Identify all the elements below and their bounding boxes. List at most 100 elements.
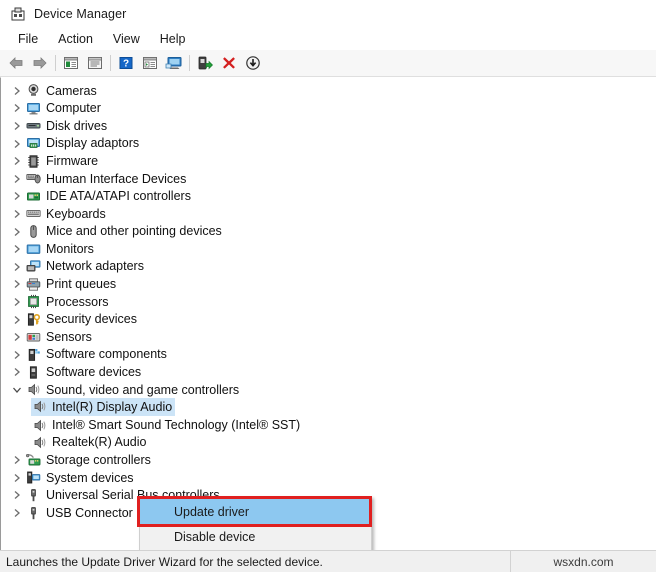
selected-row-highlight: Intel(R) Display Audio: [31, 398, 176, 417]
hid-icon: [25, 171, 42, 186]
software-component-icon: [25, 347, 42, 362]
tree-node-display-adaptors[interactable]: Display adaptors: [9, 135, 656, 153]
tree-node-system-devices[interactable]: System devices: [9, 469, 656, 487]
tree-node-computer[interactable]: Computer: [9, 100, 656, 118]
usb-icon: [25, 488, 42, 503]
show-hide-console-tree-icon[interactable]: [59, 52, 83, 74]
ide-controller-icon: [25, 189, 42, 204]
properties-icon[interactable]: [83, 52, 107, 74]
device-manager-window: Device Manager File Action View Help ? C…: [0, 0, 656, 572]
tree-node-sensors[interactable]: Sensors: [9, 328, 656, 346]
speaker-icon: [31, 418, 48, 433]
tree-node-security-devices[interactable]: Security devices: [9, 311, 656, 329]
scan-for-hardware-changes-icon[interactable]: [162, 52, 186, 74]
chevron-right-icon[interactable]: [9, 297, 25, 307]
tree-node-firmware[interactable]: Firmware: [9, 152, 656, 170]
menu-action[interactable]: Action: [48, 30, 103, 48]
forward-icon[interactable]: [28, 52, 52, 74]
tree-node-software-devices[interactable]: Software devices: [9, 364, 656, 382]
context-menu: Update driver Disable device Uninstall d…: [139, 496, 372, 550]
tree-node-label: Mice and other pointing devices: [46, 224, 222, 239]
menu-help[interactable]: Help: [150, 30, 196, 48]
help-icon[interactable]: ?: [114, 52, 138, 74]
tree-node-label: Intel(R) Display Audio: [52, 399, 173, 414]
device-tree: Cameras Computer Disk drives Display ada…: [1, 82, 656, 550]
chevron-right-icon[interactable]: [9, 86, 25, 96]
update-driver-icon[interactable]: [193, 52, 217, 74]
tree-node-intel-smart-sound-technology[interactable]: Intel® Smart Sound Technology (Intel® SS…: [9, 416, 656, 434]
menu-view[interactable]: View: [103, 30, 150, 48]
toolbar-separator-2: [110, 55, 111, 71]
mouse-icon: [25, 224, 42, 239]
tree-node-storage-controllers[interactable]: Storage controllers: [9, 451, 656, 469]
tree-node-disk-drives[interactable]: Disk drives: [9, 117, 656, 135]
window-title: Device Manager: [34, 7, 127, 21]
tree-node-intel-display-audio[interactable]: Intel(R) Display Audio: [9, 398, 656, 417]
chevron-right-icon[interactable]: [9, 473, 25, 483]
context-menu-item-update-driver[interactable]: Update driver: [140, 499, 371, 524]
chevron-right-icon[interactable]: [9, 262, 25, 272]
tree-node-label: Intel® Smart Sound Technology (Intel® SS…: [52, 417, 301, 432]
svg-text:?: ?: [123, 59, 129, 70]
context-menu-item-uninstall-device[interactable]: Uninstall device: [140, 549, 371, 550]
chevron-right-icon[interactable]: [9, 139, 25, 149]
tree-node-label: Firmware: [46, 153, 99, 168]
chevron-right-icon[interactable]: [9, 174, 25, 184]
chevron-down-icon[interactable]: [9, 386, 25, 394]
tree-node-label: Keyboards: [46, 206, 106, 221]
chevron-right-icon[interactable]: [9, 244, 25, 254]
tree-node-ide-controllers[interactable]: IDE ATA/ATAPI controllers: [9, 188, 656, 206]
menu-file[interactable]: File: [8, 30, 48, 48]
chevron-right-icon[interactable]: [9, 156, 25, 166]
tree-node-label: Processors: [46, 294, 109, 309]
monitor-icon: [25, 242, 42, 257]
tree-node-monitors[interactable]: Monitors: [9, 240, 656, 258]
printer-icon: [25, 277, 42, 292]
speaker-icon: [31, 435, 48, 450]
usb-icon: [25, 506, 42, 521]
tree-node-mice[interactable]: Mice and other pointing devices: [9, 223, 656, 241]
tree-node-software-components[interactable]: Software components: [9, 346, 656, 364]
back-icon[interactable]: [4, 52, 28, 74]
tree-node-network-adapters[interactable]: Network adapters: [9, 258, 656, 276]
chevron-right-icon[interactable]: [9, 279, 25, 289]
chevron-right-icon[interactable]: [9, 350, 25, 360]
watermark: wsxdn.com: [553, 554, 614, 569]
chevron-right-icon[interactable]: [9, 121, 25, 131]
chevron-right-icon[interactable]: [9, 490, 25, 500]
chevron-right-icon[interactable]: [9, 209, 25, 219]
tree-node-sound-video-game-controllers[interactable]: Sound, video and game controllers: [9, 381, 656, 399]
display-adapter-icon: [25, 136, 42, 151]
show-hide-action-pane-icon[interactable]: [138, 52, 162, 74]
software-device-icon: [25, 365, 42, 380]
chevron-right-icon[interactable]: [9, 227, 25, 237]
context-menu-item-disable-device[interactable]: Disable device: [140, 524, 371, 549]
uninstall-device-icon[interactable]: [217, 52, 241, 74]
tree-node-processors[interactable]: Processors: [9, 293, 656, 311]
chevron-right-icon[interactable]: [9, 191, 25, 201]
tree-node-keyboards[interactable]: Keyboards: [9, 205, 656, 223]
tree-node-label: Sensors: [46, 329, 92, 344]
tree-node-print-queues[interactable]: Print queues: [9, 276, 656, 294]
network-adapter-icon: [25, 259, 42, 274]
toolbar-separator-3: [189, 55, 190, 71]
toolbar: ?: [0, 50, 656, 77]
tree-node-label: Print queues: [46, 277, 117, 292]
chevron-right-icon[interactable]: [9, 103, 25, 113]
disable-device-icon[interactable]: [241, 52, 265, 74]
tree-node-label: Realtek(R) Audio: [52, 435, 147, 450]
chevron-right-icon[interactable]: [9, 455, 25, 465]
speaker-icon: [31, 399, 48, 414]
chevron-right-icon[interactable]: [9, 332, 25, 342]
disk-drive-icon: [25, 118, 42, 133]
status-bar: Launches the Update Driver Wizard for th…: [0, 550, 656, 572]
tree-node-cameras[interactable]: Cameras: [9, 82, 656, 100]
keyboard-icon: [25, 206, 42, 221]
tree-node-realtek-audio[interactable]: Realtek(R) Audio: [9, 434, 656, 452]
chevron-right-icon[interactable]: [9, 367, 25, 377]
tree-node-human-interface-devices[interactable]: Human Interface Devices: [9, 170, 656, 188]
chevron-right-icon[interactable]: [9, 508, 25, 518]
tree-node-label: IDE ATA/ATAPI controllers: [46, 189, 191, 204]
storage-controller-icon: [25, 453, 42, 468]
chevron-right-icon[interactable]: [9, 315, 25, 325]
